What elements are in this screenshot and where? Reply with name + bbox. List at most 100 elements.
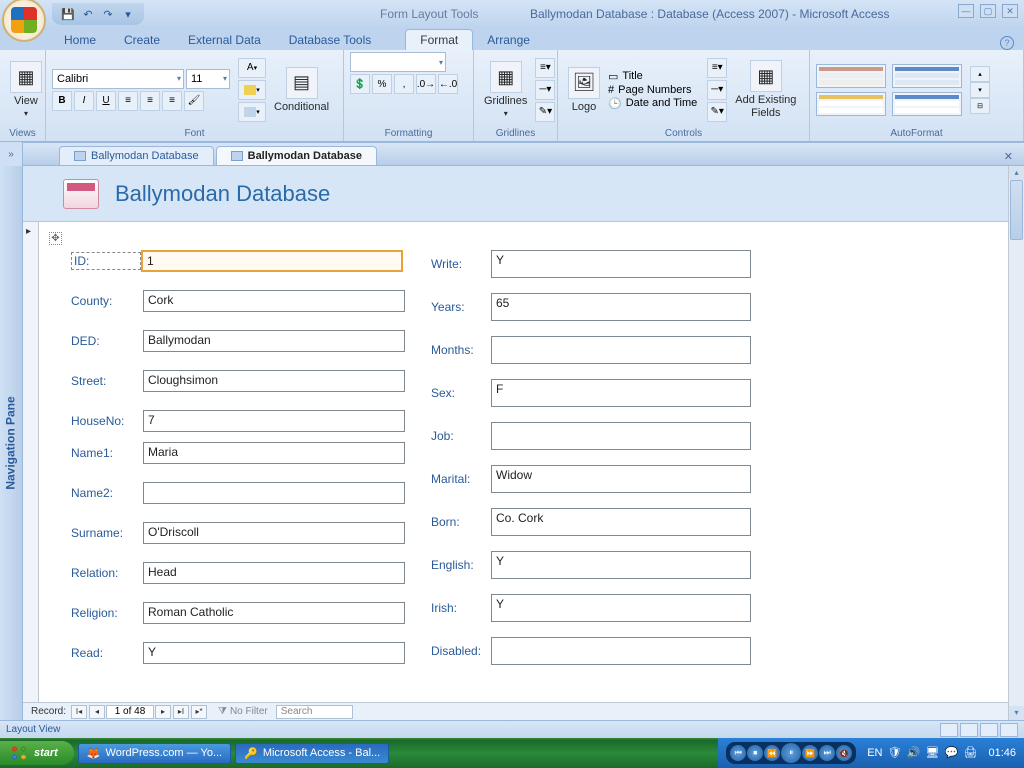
recnav-new-button[interactable]: ▸* xyxy=(191,705,207,719)
media-next-icon[interactable]: ⏭ xyxy=(819,745,835,761)
field-value[interactable]: Roman Catholic xyxy=(143,602,405,624)
field-value[interactable]: Ballymodan xyxy=(143,330,405,352)
taskbar-item-access[interactable]: 🔑Microsoft Access - Bal... xyxy=(235,743,389,764)
view-datasheet-button[interactable] xyxy=(1000,723,1018,737)
media-fwd-icon[interactable]: ⏩ xyxy=(802,745,818,761)
office-button[interactable] xyxy=(2,0,46,42)
close-tab-button[interactable]: ✕ xyxy=(999,148,1018,165)
field-value[interactable]: Cork xyxy=(143,290,405,312)
save-icon[interactable]: 💾 xyxy=(60,6,76,22)
italic-button[interactable]: I xyxy=(74,91,94,111)
record-selector[interactable] xyxy=(23,222,39,702)
tab-home[interactable]: Home xyxy=(50,30,110,50)
tab-create[interactable]: Create xyxy=(110,30,174,50)
autoformat-swatch-1[interactable] xyxy=(816,64,886,88)
increase-decimals-button[interactable]: .0→ xyxy=(416,74,436,94)
date-time-button[interactable]: 🕒Date and Time xyxy=(608,97,697,110)
scroll-down-icon[interactable]: ▾ xyxy=(1009,706,1024,720)
line-color-button[interactable]: ✎▾ xyxy=(535,102,555,122)
currency-button[interactable]: 💲 xyxy=(350,74,370,94)
gridlines-button[interactable]: ▦Gridlines▾ xyxy=(480,59,531,120)
minimize-button[interactable]: — xyxy=(958,4,974,18)
field-value[interactable] xyxy=(143,482,405,504)
tray-icon[interactable]: 🖨 xyxy=(963,746,977,760)
align-center-button[interactable]: ≡ xyxy=(140,91,160,111)
autoformat-swatch-3[interactable] xyxy=(892,64,962,88)
autoformat-swatch-4[interactable] xyxy=(892,92,962,116)
comma-button[interactable]: , xyxy=(394,74,414,94)
recnav-next-button[interactable]: ▸ xyxy=(155,705,171,719)
add-existing-fields-button[interactable]: ▦Add Existing Fields xyxy=(731,58,800,120)
document-tab[interactable]: Ballymodan Database xyxy=(59,146,214,165)
font-color-button[interactable]: A▾ xyxy=(238,58,266,78)
tray-icon[interactable]: 🔊 xyxy=(906,746,920,760)
navigation-pane-collapsed[interactable]: Navigation Pane xyxy=(0,166,23,720)
font-size-combo[interactable]: 11 xyxy=(186,69,230,89)
line-style-button[interactable]: ─▾ xyxy=(535,80,555,100)
alt-fill-color-button[interactable]: ▾ xyxy=(238,102,266,122)
field-value[interactable]: Widow xyxy=(491,465,751,493)
media-prev-icon[interactable]: ⏮ xyxy=(730,745,746,761)
close-button[interactable]: ✕ xyxy=(1002,4,1018,18)
field-value[interactable]: Head xyxy=(143,562,405,584)
field-value[interactable]: O'Driscoll xyxy=(143,522,405,544)
restore-button[interactable]: ▢ xyxy=(980,4,996,18)
recnav-filter[interactable]: ⧩No Filter xyxy=(218,706,268,717)
media-stop-icon[interactable]: ⏹ xyxy=(747,745,763,761)
tab-arrange[interactable]: Arrange xyxy=(473,30,544,50)
tab-format[interactable]: Format xyxy=(405,29,473,50)
tab-database-tools[interactable]: Database Tools xyxy=(275,30,386,50)
field-value[interactable] xyxy=(491,336,751,364)
field-value[interactable] xyxy=(491,422,751,450)
tray-icon[interactable]: 💬 xyxy=(944,746,958,760)
field-value[interactable]: Co. Cork xyxy=(491,508,751,536)
conditional-button[interactable]: ▤Conditional xyxy=(270,65,333,115)
media-rev-icon[interactable]: ⏪ xyxy=(764,745,780,761)
shutter-bar-toggle[interactable]: » xyxy=(0,142,23,166)
field-value[interactable]: Y xyxy=(491,250,751,278)
field-value[interactable]: 65 xyxy=(491,293,751,321)
font-name-combo[interactable]: Calibri xyxy=(52,69,184,89)
media-play-icon[interactable]: ⏸ xyxy=(781,743,801,763)
start-button[interactable]: start xyxy=(0,741,74,765)
format-combo[interactable] xyxy=(350,52,446,72)
autoformat-more-button[interactable]: ⊟ xyxy=(970,98,990,114)
field-value[interactable]: Y xyxy=(491,594,751,622)
taskbar-item-wordpress[interactable]: 🦊WordPress.com — Yo... xyxy=(78,743,231,764)
vertical-scrollbar[interactable]: ▴ ▾ xyxy=(1008,166,1024,720)
page-numbers-button[interactable]: #Page Numbers xyxy=(608,84,697,96)
field-value[interactable] xyxy=(491,637,751,665)
field-value[interactable]: Y xyxy=(143,642,405,664)
field-value[interactable]: Cloughsimon xyxy=(143,370,405,392)
qat-customize-icon[interactable]: ▾ xyxy=(120,6,136,22)
recnav-position-input[interactable] xyxy=(106,705,154,719)
fill-color-button[interactable]: ▾ xyxy=(238,80,266,100)
percent-button[interactable]: % xyxy=(372,74,392,94)
field-value[interactable]: 1 xyxy=(141,250,403,272)
tray-icon[interactable]: 🛡 xyxy=(887,746,901,760)
media-mute-icon[interactable]: 🔇 xyxy=(836,745,852,761)
field-value[interactable]: F xyxy=(491,379,751,407)
scroll-thumb[interactable] xyxy=(1010,180,1023,240)
autoformat-swatch-2[interactable] xyxy=(816,92,886,116)
media-controls[interactable]: ⏮ ⏹ ⏪ ⏸ ⏩ ⏭ 🔇 xyxy=(726,742,856,764)
scroll-up-icon[interactable]: ▴ xyxy=(1009,166,1024,180)
help-icon[interactable]: ? xyxy=(1000,36,1014,50)
field-value[interactable]: Y xyxy=(491,551,751,579)
line-width-button[interactable]: ≡▾ xyxy=(535,58,555,78)
underline-button[interactable]: U xyxy=(96,91,116,111)
autoformat-down-button[interactable]: ▾ xyxy=(970,82,990,98)
view-button[interactable]: ▦View▾ xyxy=(6,59,46,120)
align-right-button[interactable]: ≡ xyxy=(162,91,182,111)
recnav-prev-button[interactable]: ◂ xyxy=(89,705,105,719)
title-button[interactable]: ▭Title xyxy=(608,70,697,83)
pen-color-button[interactable]: ✎▾ xyxy=(707,102,727,122)
bold-button[interactable]: B xyxy=(52,91,72,111)
layout-move-handle[interactable]: ✥ xyxy=(49,232,62,245)
field-value[interactable]: 7 xyxy=(143,410,405,432)
recnav-last-button[interactable]: ▸I xyxy=(173,705,189,719)
recnav-first-button[interactable]: I◂ xyxy=(71,705,87,719)
document-tab[interactable]: Ballymodan Database xyxy=(216,146,377,165)
decrease-decimals-button[interactable]: ←.0 xyxy=(438,74,458,94)
view-layout-button[interactable] xyxy=(960,723,978,737)
